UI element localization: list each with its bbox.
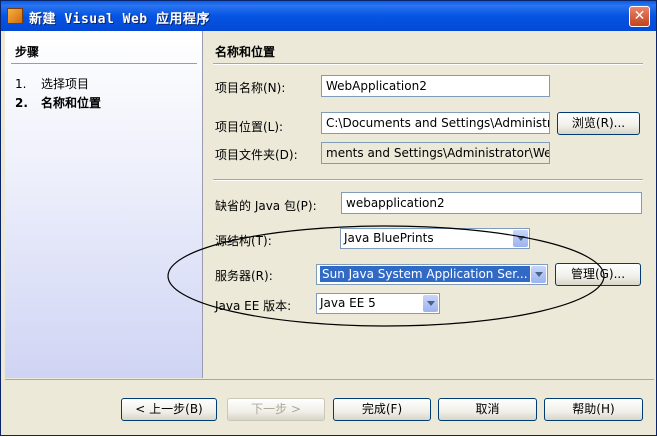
cancel-button[interactable]: 取消 [438, 398, 537, 421]
default-package-label: 缺省的 Java 包(P): [215, 199, 317, 213]
close-button[interactable]: ✕ [629, 6, 650, 27]
divider [11, 63, 197, 64]
step-item-current: 2. 名称和位置 [15, 94, 101, 111]
server-select[interactable]: Sun Java System Application Ser... [316, 264, 548, 285]
step-number: 1. [15, 77, 27, 91]
window-title: 新建 Visual Web 应用程序 [29, 12, 210, 27]
step-label: 名称和位置 [41, 96, 102, 110]
chevron-down-icon[interactable] [513, 230, 528, 247]
next-button[interactable]: 下一步 > [227, 398, 325, 421]
section-title: 名称和位置 [215, 45, 276, 59]
project-folder-field[interactable]: ments and Settings\Administrator\Web [321, 142, 550, 164]
javaee-version-value: Java EE 5 [320, 296, 376, 310]
default-package-field[interactable]: webapplication2 [341, 192, 642, 214]
wizard-window: 新建 Visual Web 应用程序 ✕ 步骤 1. 选择项目 2. 名称和位置 名… [0, 0, 657, 436]
title-bar[interactable]: 新建 Visual Web 应用程序 ✕ [1, 1, 656, 31]
server-label: 服务器(R): [215, 269, 273, 283]
project-location-field[interactable]: C:\Documents and Settings\Administr [321, 112, 550, 134]
step-item: 1. 选择项目 [15, 75, 89, 92]
steps-panel: 步骤 1. 选择项目 2. 名称和位置 [5, 31, 203, 378]
source-structure-label: 源结构(T): [215, 234, 272, 248]
back-button[interactable]: < 上一步(B) [121, 398, 217, 421]
browse-button[interactable]: 浏览(R)... [557, 112, 640, 135]
finish-button[interactable]: 完成(F) [333, 398, 431, 421]
divider [213, 179, 643, 181]
divider [213, 63, 643, 65]
server-value: Sun Java System Application Ser... [320, 266, 530, 282]
chevron-down-icon[interactable] [423, 295, 438, 312]
project-location-label: 项目位置(L): [215, 120, 284, 134]
help-button[interactable]: 帮助(H) [544, 398, 643, 421]
form-panel: 名称和位置 项目名称(N): WebApplication2 项目位置(L): … [203, 31, 654, 378]
manage-button[interactable]: 管理(G)... [555, 263, 641, 286]
project-folder-label: 项目文件夹(D): [215, 148, 298, 162]
step-number: 2. [15, 96, 28, 110]
divider [5, 379, 654, 380]
javaee-version-label: Java EE 版本: [215, 299, 292, 313]
source-structure-select[interactable]: Java BluePrints [340, 228, 530, 249]
app-icon [7, 8, 23, 24]
close-icon: ✕ [633, 8, 646, 24]
project-name-field[interactable]: WebApplication2 [321, 75, 550, 97]
step-label: 选择项目 [41, 77, 90, 91]
javaee-version-select[interactable]: Java EE 5 [316, 293, 440, 314]
source-structure-value: Java BluePrints [344, 231, 434, 245]
project-name-label: 项目名称(N): [215, 81, 286, 95]
chevron-down-icon[interactable] [531, 266, 546, 283]
steps-title: 步骤 [15, 45, 40, 59]
